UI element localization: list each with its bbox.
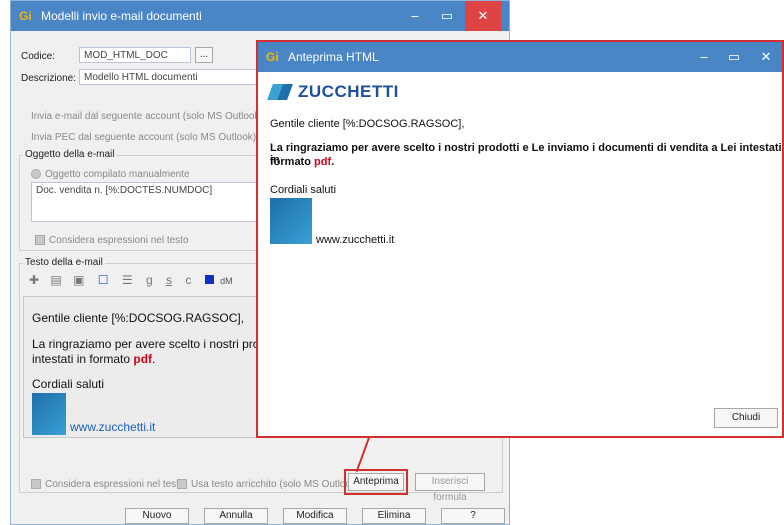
close-button[interactable]: ✕ [465, 1, 501, 31]
considera-checkbox[interactable]: Considera espressioni nel testo [35, 235, 189, 246]
checkbox-icon [31, 479, 41, 490]
editor-toolbar: ✚ ▤ ▣ ☐ ☰ g s c dM [23, 273, 263, 291]
preview-greeting: Gentile cliente [%:DOCSOG.RAGSOC], [270, 118, 465, 130]
app-logo-icon: Gi [19, 9, 32, 23]
radio-icon [31, 169, 41, 180]
main-titlebar: Gi Modelli invio e-mail documenti – ▭ ✕ [11, 1, 509, 31]
preview-zucchetti-logo-icon [270, 198, 312, 244]
body-greeting: Gentile cliente [%:DOCSOG.RAGSOC], [32, 311, 245, 325]
add-icon[interactable]: ✚ [29, 273, 39, 287]
preview-close-button[interactable]: ✕ [750, 42, 782, 72]
preview-window-title: Anteprima HTML [288, 50, 379, 64]
preview-titlebar: Gi Anteprima HTML – ▭ ✕ [258, 42, 782, 72]
copy-icon[interactable]: ▤ [50, 273, 61, 287]
codice-label: Codice: [21, 51, 55, 62]
modifica-button[interactable]: Modifica [283, 508, 347, 524]
preview-line1: La ringraziamo per avere scelto i nostri… [270, 142, 782, 166]
zucchetti-logo-icon [32, 393, 66, 435]
minimize-button[interactable]: – [399, 1, 431, 31]
preview-closing: Cordiali saluti [270, 184, 337, 196]
body-link[interactable]: www.zucchetti.it [70, 420, 155, 434]
body-line1: La ringraziamo per avere scelto i nostri… [32, 337, 277, 351]
bold-button[interactable]: g [146, 273, 153, 287]
descrizione-label: Descrizione: [21, 73, 77, 84]
elimina-button[interactable]: Elimina [362, 508, 426, 524]
app-logo-icon: Gi [266, 50, 279, 64]
frame-icon[interactable]: ☐ [98, 273, 109, 287]
nuovo-button[interactable]: Nuovo [125, 508, 189, 524]
preview-line2: formato pdf. [270, 156, 335, 168]
preview-minimize-button[interactable]: – [688, 42, 720, 72]
preview-window: Gi Anteprima HTML – ▭ ✕ ZUCCHETTI Gentil… [256, 40, 784, 438]
account-label: Invia e-mail dal seguente account (solo … [31, 111, 266, 122]
oggetto-radio-label: Oggetto compilato manualmente [45, 169, 190, 180]
usa-testo-checkbox[interactable]: Usa testo arricchito (solo MS Outlook) [177, 479, 359, 490]
oggetto-field[interactable]: Doc. vendita n. [%:DOCTES.NUMDOC] [31, 182, 271, 222]
anteprima-button[interactable]: Anteprima [348, 473, 404, 491]
testo-group-title: Testo della e-mail [23, 257, 105, 268]
preview-maximize-button[interactable]: ▭ [718, 42, 750, 72]
maximize-button[interactable]: ▭ [431, 1, 463, 31]
considera-bottom-label: Considera espressioni nel testo [45, 479, 185, 490]
underline-button[interactable]: s [166, 273, 172, 287]
descrizione-field[interactable]: Modello HTML documenti [79, 69, 259, 85]
zucchetti-brand: ZUCCHETTI [298, 82, 399, 101]
usa-testo-label: Usa testo arricchito (solo MS Outlook) [191, 479, 360, 490]
body-closing: Cordiali saluti [32, 377, 105, 391]
preview-pdf-text: pdf [314, 156, 332, 168]
main-window-title: Modelli invio e-mail documenti [41, 9, 202, 23]
pdf-text: pdf [133, 352, 153, 366]
color-button[interactable]: c [185, 273, 191, 287]
body-line2: intestati in formato pdf. [32, 352, 156, 366]
list-icon[interactable]: ☰ [122, 273, 133, 287]
codice-lookup-button[interactable]: ... [195, 47, 213, 63]
pec-label: Invia PEC dal seguente account (solo MS … [31, 132, 259, 143]
oggetto-group-title: Oggetto della e-mail [23, 149, 117, 160]
annulla-button[interactable]: Annulla [204, 508, 268, 524]
oggetto-radio[interactable]: Oggetto compilato manualmente [31, 169, 190, 180]
help-button[interactable]: ? [441, 508, 505, 524]
considera-bottom-checkbox[interactable]: Considera espressioni nel testo [31, 479, 185, 490]
font-select[interactable]: dM [220, 276, 233, 286]
zucchetti-brand-icon [267, 82, 293, 102]
checkbox-icon [177, 479, 187, 490]
color-swatch[interactable] [204, 275, 214, 284]
chiudi-button[interactable]: Chiudi [714, 408, 778, 428]
preview-link[interactable]: www.zucchetti.it [316, 234, 394, 246]
considera-label: Considera espressioni nel testo [49, 235, 189, 246]
checkbox-icon [35, 235, 45, 246]
paste-icon[interactable]: ▣ [73, 273, 84, 287]
inserisci-formula-button[interactable]: Inserisci formula [415, 473, 485, 503]
codice-field[interactable]: MOD_HTML_DOC [79, 47, 191, 63]
